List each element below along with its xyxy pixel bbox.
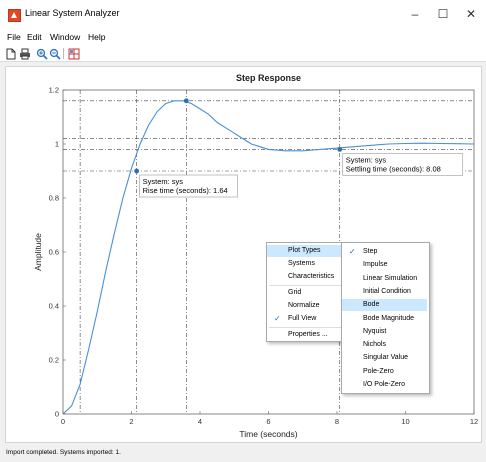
context-menu-item-label: Normalize bbox=[288, 302, 320, 309]
plot-type-bode[interactable]: Bode bbox=[342, 299, 427, 312]
plot-type-label: I/O Pole-Zero bbox=[363, 381, 406, 388]
y-tick-label: 0.2 bbox=[49, 356, 59, 365]
plot-type-step[interactable]: Step ✓ bbox=[342, 246, 427, 258]
y-tick-label: 0.8 bbox=[49, 194, 59, 203]
plot-types-submenu: Step ✓ Impulse Linear Simulation Initial Con… bbox=[341, 242, 430, 394]
status-text: Import completed. Systems imported: 1. bbox=[6, 449, 121, 456]
grid-layout-icon[interactable] bbox=[68, 47, 80, 60]
data-marker[interactable] bbox=[337, 147, 343, 152]
plot-type-label: Pole-Zero bbox=[363, 367, 394, 375]
x-tick-label: 0 bbox=[61, 417, 65, 426]
plot-type-label: Linear Simulation bbox=[363, 274, 418, 282]
toolbar-separator bbox=[63, 48, 64, 59]
app-logo-icon bbox=[8, 9, 21, 22]
datatip-value-label: Rise time (seconds): 1.64 bbox=[143, 186, 228, 195]
plot-type-impulse[interactable]: Impulse bbox=[342, 259, 427, 271]
plot-type-pole-zero[interactable]: Pole-Zero bbox=[342, 366, 427, 378]
menu-separator bbox=[269, 327, 351, 328]
context-menu-item-full-view[interactable]: Full View ✓ bbox=[267, 313, 351, 325]
data-marker[interactable] bbox=[183, 98, 189, 104]
x-tick-label: 4 bbox=[198, 417, 202, 426]
context-menu-item-label: Properties ... bbox=[288, 331, 328, 338]
maximize-button[interactable]: ☐ bbox=[433, 6, 453, 22]
y-tick-label: 0.4 bbox=[49, 302, 59, 311]
plot-type-label: Bode Magnitude bbox=[363, 314, 414, 322]
zoom-in-icon[interactable] bbox=[36, 47, 48, 60]
chart-title: Step Response bbox=[236, 73, 301, 83]
context-menu-item-label: Characteristics bbox=[288, 273, 335, 280]
context-menu-item-grid[interactable]: Grid bbox=[267, 287, 351, 299]
x-tick-label: 6 bbox=[266, 417, 270, 426]
minimize-button[interactable]: – bbox=[405, 6, 425, 22]
plot-type-linear-simulation[interactable]: Linear Simulation bbox=[342, 273, 427, 285]
menu-window[interactable]: Window bbox=[50, 32, 80, 42]
print-icon[interactable] bbox=[19, 47, 31, 60]
context-menu-item-label: Grid bbox=[288, 289, 302, 296]
plot-type-nyquist[interactable]: Nyquist bbox=[342, 326, 427, 338]
menu-file[interactable]: File bbox=[7, 32, 21, 42]
y-tick-label: 0.6 bbox=[49, 248, 59, 257]
toolbar bbox=[0, 45, 486, 62]
menu-bar: File Edit Window Help bbox=[0, 30, 486, 45]
context-menu-item-characteristics[interactable]: Characteristics▸ bbox=[267, 271, 351, 283]
title-bar: Linear System Analyzer – ☐ ✕ bbox=[0, 0, 486, 30]
checkmark-icon: ✓ bbox=[349, 247, 356, 256]
plot-type-label: Nyquist bbox=[363, 327, 387, 335]
plot-type-label: Bode bbox=[363, 301, 380, 309]
plot-type-initial-condition[interactable]: Initial Condition bbox=[342, 286, 427, 298]
context-menu-item-label: Plot Types bbox=[288, 247, 321, 254]
x-tick-label: 2 bbox=[129, 417, 133, 426]
y-tick-label: 1 bbox=[55, 140, 59, 149]
x-tick-label: 10 bbox=[401, 417, 409, 426]
plot-type-label: Nichols bbox=[363, 341, 386, 349]
context-menu-item-plot-types[interactable]: Plot Types▸ bbox=[267, 245, 351, 257]
plot-type-label: Initial Condition bbox=[363, 287, 411, 295]
x-tick-label: 8 bbox=[335, 417, 339, 426]
y-tick-label: 1.2 bbox=[49, 86, 59, 95]
context-menu-item-systems[interactable]: Systems▸ bbox=[267, 258, 351, 270]
datatip-value-label: Settling time (seconds): 8.08 bbox=[346, 164, 441, 173]
context-menu-item-properties[interactable]: Properties ... bbox=[267, 329, 351, 341]
menu-edit[interactable]: Edit bbox=[27, 32, 42, 42]
y-tick-label: 0 bbox=[55, 410, 59, 419]
x-axis-label: Time (seconds) bbox=[239, 429, 297, 439]
plot-type-label: Impulse bbox=[363, 261, 388, 269]
window-title: Linear System Analyzer bbox=[25, 8, 120, 18]
y-axis-label: Amplitude bbox=[33, 233, 43, 271]
new-icon[interactable] bbox=[5, 47, 17, 60]
x-tick-label: 12 bbox=[470, 417, 478, 426]
status-bar: Import completed. Systems imported: 1. bbox=[0, 444, 486, 462]
plot-type-label: Step bbox=[363, 248, 378, 255]
checkmark-icon: ✓ bbox=[274, 314, 281, 323]
close-button[interactable]: ✕ bbox=[461, 6, 481, 22]
context-menu-item-normalize[interactable]: Normalize bbox=[267, 300, 351, 312]
data-marker[interactable] bbox=[134, 168, 140, 174]
plot-type-i-o-pole-zero[interactable]: I/O Pole-Zero bbox=[342, 379, 427, 391]
context-menu-item-label: Systems bbox=[288, 260, 315, 267]
app-window: Linear System Analyzer – ☐ ✕ File Edit W… bbox=[0, 0, 486, 462]
menu-help[interactable]: Help bbox=[88, 32, 105, 42]
plot-type-singular-value[interactable]: Singular Value bbox=[342, 352, 427, 364]
menu-separator bbox=[269, 285, 351, 286]
datatip-system-label: System: sys bbox=[346, 155, 387, 164]
plot-type-label: Singular Value bbox=[363, 354, 409, 362]
context-menu-item-label: Full View bbox=[288, 315, 317, 322]
plot-type-bode-magnitude[interactable]: Bode Magnitude bbox=[342, 313, 427, 325]
zoom-out-icon[interactable] bbox=[49, 47, 61, 60]
datatip-system-label: System: sys bbox=[143, 177, 184, 186]
plot-type-nichols[interactable]: Nichols bbox=[342, 339, 427, 351]
